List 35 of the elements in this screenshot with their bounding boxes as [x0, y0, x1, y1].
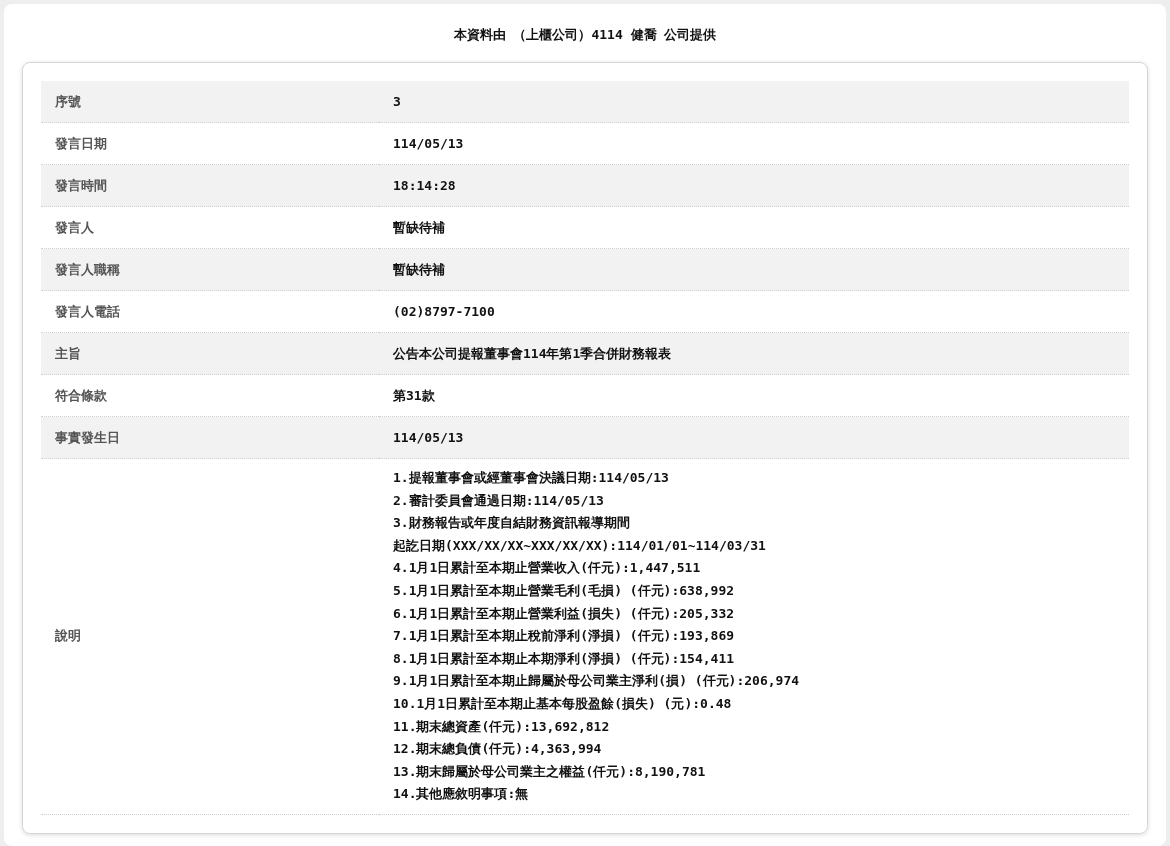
description-line: 2.審計委員會通過日期:114/05/13	[393, 491, 605, 510]
description-line: 3.財務報告或年度自結財務資訊報導期間	[393, 514, 631, 533]
description-line: 5.1月1日累計至本期止營業毛利(毛損) (仟元):638,992	[393, 581, 736, 600]
description-line: 4.1月1日累計至本期止營業收入(仟元):1,447,511	[393, 559, 702, 578]
page-title: 本資料由 （上櫃公司）4114 健喬 公司提供	[452, 26, 718, 44]
description-line: 9.1月1日累計至本期止歸屬於母公司業主淨利(損) (仟元):206,974	[393, 672, 801, 691]
field-label: 主旨	[41, 332, 379, 375]
field-value: 暫缺待補	[379, 206, 1129, 249]
field-label: 發言人職稱	[41, 248, 379, 291]
description-line: 1.提報董事會或經董事會決議日期:114/05/13	[393, 469, 670, 487]
description-line: 12.期末總負債(仟元):4,363,994	[393, 740, 603, 759]
field-label: 序號	[41, 81, 379, 123]
description-line: 7.1月1日累計至本期止稅前淨利(淨損) (仟元):193,869	[393, 627, 736, 646]
description-line: 11.期末總資產(仟元):13,692,812	[393, 717, 611, 736]
field-label: 發言人	[41, 206, 379, 249]
field-value: 114/05/13	[379, 416, 1129, 459]
field-value: 114/05/13	[379, 122, 1129, 165]
field-label: 發言人電話	[41, 290, 379, 333]
description-line: 14.其他應敘明事項:無	[393, 785, 530, 804]
field-label: 事實發生日	[41, 416, 379, 459]
field-label: 發言時間	[41, 164, 379, 207]
field-value: 暫缺待補	[379, 248, 1129, 291]
field-value: 公告本公司提報董事會114年第1季合併財務報表	[379, 332, 1129, 375]
field-label: 說明	[41, 458, 379, 815]
field-value: (02)8797-7100	[379, 290, 1129, 333]
description-line: 10.1月1日累計至本期止基本每股盈餘(損失) (元):0.48	[393, 694, 733, 713]
description-line: 6.1月1日累計至本期止營業利益(損失) (仟元):205,332	[393, 604, 736, 623]
description-line: 13.期末歸屬於母公司業主之權益(仟元):8,190,781	[393, 762, 707, 781]
field-value: 3	[379, 81, 1129, 123]
field-label: 發言日期	[41, 122, 379, 165]
description-line: 8.1月1日累計至本期止本期淨利(淨損) (仟元):154,411	[393, 649, 736, 668]
description-line: 起訖日期(XXX/XX/XX~XXX/XX/XX):114/01/01~114/03/31	[393, 536, 767, 555]
field-label: 符合條款	[41, 374, 379, 417]
field-value: 18:14:28	[379, 164, 1129, 207]
field-value: 第31款	[379, 374, 1129, 417]
